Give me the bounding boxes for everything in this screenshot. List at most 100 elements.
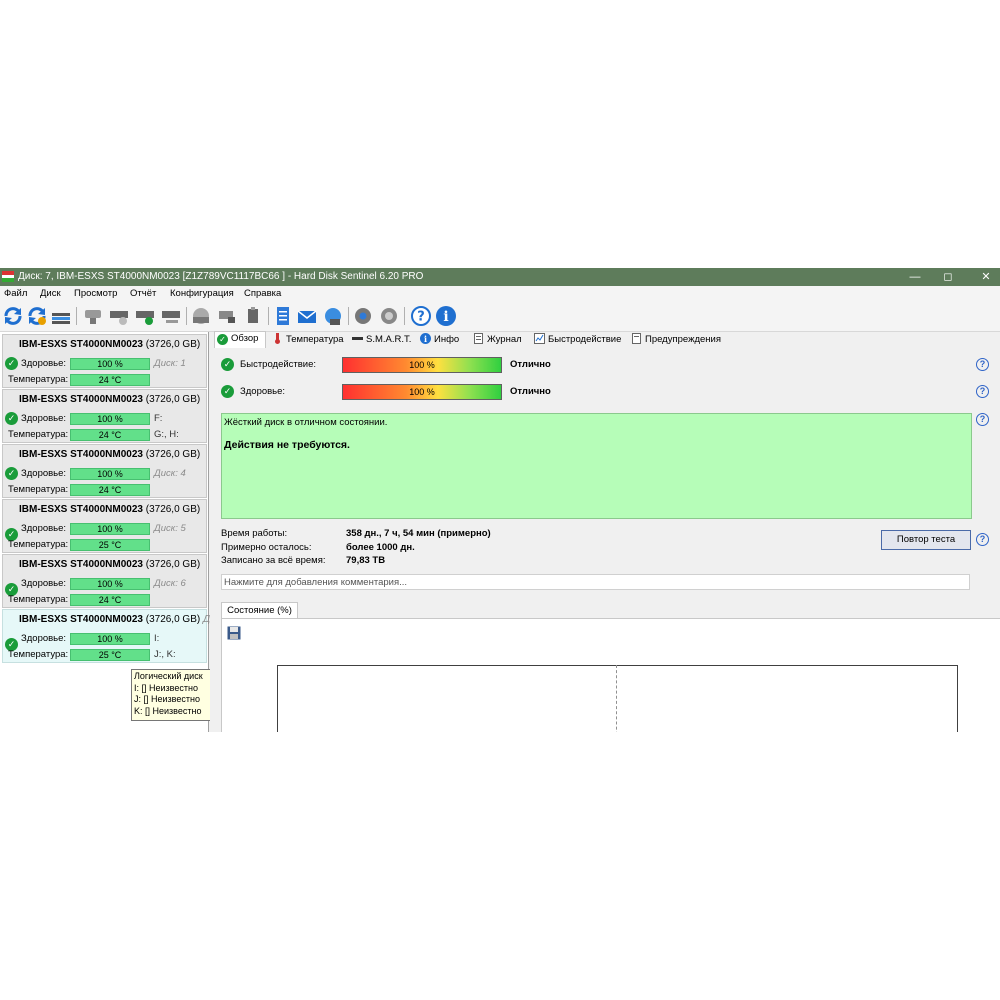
tab-log[interactable]: Журнал bbox=[473, 333, 522, 348]
disk-item[interactable]: IBM-ESXS ST4000NM0023 (3726,0 GB) ✓ Здор… bbox=[2, 444, 207, 498]
smart-icon bbox=[352, 337, 363, 340]
toolbar-separator bbox=[186, 307, 187, 325]
tab-temperature[interactable]: Температура bbox=[272, 333, 344, 348]
tab-label: Быстродействие bbox=[548, 334, 622, 345]
help-icon[interactable]: ? bbox=[976, 533, 989, 546]
minimize-button[interactable]: — bbox=[905, 269, 925, 285]
comment-input[interactable]: Нажмите для добавления комментария... bbox=[221, 574, 970, 590]
refresh-icon[interactable] bbox=[2, 305, 24, 327]
network-drive-icon[interactable] bbox=[216, 305, 238, 327]
action-text: Действия не требуются. bbox=[224, 439, 350, 451]
tab-warnings[interactable]: Предупреждения bbox=[631, 333, 721, 348]
warnings-icon bbox=[632, 333, 641, 344]
toolbar-separator bbox=[76, 307, 77, 325]
help-icon[interactable]: ? bbox=[410, 305, 432, 327]
drive-letters: Диск: 6 bbox=[154, 578, 186, 589]
disk-test-icon[interactable] bbox=[108, 305, 130, 327]
temperature-label: Температура: bbox=[8, 539, 69, 550]
maximize-button[interactable]: ◻ bbox=[938, 269, 958, 285]
info-icon[interactable]: i bbox=[435, 305, 457, 327]
drive-letters: F: bbox=[154, 413, 163, 424]
disk-item[interactable]: IBM-ESXS ST4000NM0023 (3726,0 GB) Здоров… bbox=[2, 554, 207, 608]
help-icon[interactable]: ? bbox=[976, 413, 989, 426]
hdd-icon[interactable] bbox=[82, 305, 104, 327]
tab-info[interactable]: i Инфо bbox=[420, 333, 459, 348]
health-label: Здоровье: bbox=[21, 413, 67, 424]
health-bar: 100 % bbox=[70, 578, 150, 590]
sound-icon[interactable] bbox=[378, 305, 400, 327]
check-icon: ✓ bbox=[5, 357, 18, 370]
check-icon: ✓ bbox=[5, 412, 18, 425]
temperature-bar: 24 °C bbox=[70, 429, 150, 441]
title-bar: Диск: 7, IBM-ESXS ST4000NM0023 [Z1Z789VC… bbox=[0, 268, 1000, 286]
cd-drive-icon[interactable] bbox=[190, 305, 212, 327]
temperature-label: Температура: bbox=[8, 649, 69, 660]
help-icon[interactable]: ? bbox=[976, 385, 989, 398]
disk-item[interactable]: IBM-ESXS ST4000NM0023 (3726,0 GB) ✓ Здор… bbox=[2, 334, 207, 388]
tab-label: Температура bbox=[286, 334, 344, 345]
email-icon[interactable] bbox=[296, 305, 318, 327]
settings-icon[interactable] bbox=[352, 305, 374, 327]
performance-label: Быстродействие: bbox=[240, 359, 317, 370]
tab-health-percent[interactable]: Состояние (%) bbox=[221, 602, 298, 619]
health-bar: 100 % bbox=[70, 468, 150, 480]
drive-letters: Диск: 4 bbox=[154, 468, 186, 479]
performance-icon bbox=[534, 333, 545, 344]
disk-name: IBM-ESXS ST4000NM0023 (3726,0 GB) bbox=[19, 449, 201, 460]
menu-help[interactable]: Справка bbox=[244, 288, 281, 299]
usb-drive-icon[interactable] bbox=[242, 305, 264, 327]
network-icon[interactable] bbox=[322, 305, 344, 327]
refresh-all-icon[interactable] bbox=[26, 305, 48, 327]
chart-frame bbox=[277, 665, 958, 732]
close-button[interactable]: ✕ bbox=[976, 269, 996, 285]
menu-bar: Файл Диск Просмотр Отчёт Конфигурация Сп… bbox=[0, 286, 1000, 301]
drive-letters: I: bbox=[154, 633, 160, 644]
toolbar: ? i bbox=[0, 301, 1000, 332]
logical-disk-tooltip: Логический диск I: [] Неизвестно J: [] Н… bbox=[131, 669, 213, 721]
performance-bar: 100 % bbox=[342, 357, 502, 373]
report-icon[interactable] bbox=[272, 305, 294, 327]
status-box: Жёсткий диск в отличном состоянии. Дейст… bbox=[221, 413, 972, 519]
disk-settings-icon[interactable] bbox=[160, 305, 182, 327]
menu-disk[interactable]: Диск bbox=[40, 288, 61, 299]
tab-performance[interactable]: Быстродействие bbox=[534, 333, 621, 348]
written-value: 79,83 TB bbox=[346, 555, 386, 566]
menu-configuration[interactable]: Конфигурация bbox=[170, 288, 234, 299]
health-label: Здоровье: bbox=[21, 578, 67, 589]
disk-name: IBM-ESXS ST4000NM0023 (3726,0 GB) bbox=[19, 559, 201, 570]
temperature-label: Температура: bbox=[8, 484, 69, 495]
health-bar: 100 % bbox=[70, 633, 150, 645]
save-icon[interactable] bbox=[227, 626, 241, 640]
svg-text:?: ? bbox=[417, 310, 425, 325]
temperature-bar: 24 °C bbox=[70, 374, 150, 386]
uptime-value: 358 дн., 7 ч, 54 мин (примерно) bbox=[346, 528, 491, 539]
disk-item[interactable]: IBM-ESXS ST4000NM0023 (3726,0 GB) Здоров… bbox=[2, 499, 207, 553]
hd-sentinel-window: Диск: 7, IBM-ESXS ST4000NM0023 [Z1Z789VC… bbox=[0, 268, 1000, 732]
help-icon[interactable]: ? bbox=[976, 358, 989, 371]
tooltip-line: J: [] Неизвестно bbox=[134, 694, 200, 704]
tab-smart[interactable]: S.M.A.R.T. bbox=[352, 333, 411, 348]
tab-bar: ✓ Обзор Температура S.M.A.R.T. i Инфо Журн… bbox=[210, 331, 1000, 349]
disk-item-selected[interactable]: IBM-ESXS ST4000NM0023 (3726,0 GB) Диск З… bbox=[2, 609, 225, 663]
disk-info-icon[interactable] bbox=[50, 305, 72, 327]
menu-view[interactable]: Просмотр bbox=[74, 288, 117, 299]
health-label: Здоровье: bbox=[21, 468, 67, 479]
disk-name: IBM-ESXS ST4000NM0023 (3726,0 GB) bbox=[19, 504, 201, 515]
menu-file[interactable]: Файл bbox=[4, 288, 27, 299]
disk-ok-icon[interactable] bbox=[134, 305, 156, 327]
disk-item[interactable]: IBM-ESXS ST4000NM0023 (3726,0 GB) ✓ Здор… bbox=[2, 389, 207, 443]
health-bar: 100 % bbox=[342, 384, 502, 400]
drive-letters: G:, H: bbox=[154, 429, 179, 440]
temperature-bar: 25 °C bbox=[70, 539, 150, 551]
health-bar: 100 % bbox=[70, 413, 150, 425]
check-icon: ✓ bbox=[217, 334, 228, 345]
tab-label: Инфо bbox=[434, 334, 460, 345]
temperature-label: Температура: bbox=[8, 374, 69, 385]
health-bar: 100 % bbox=[70, 358, 150, 370]
health-bar: 100 % bbox=[70, 523, 150, 535]
menu-report[interactable]: Отчёт bbox=[130, 288, 156, 299]
window-title: Диск: 7, IBM-ESXS ST4000NM0023 [Z1Z789VC… bbox=[18, 271, 424, 282]
remaining-value: более 1000 дн. bbox=[346, 542, 415, 553]
retest-button[interactable]: Повтор теста bbox=[881, 530, 971, 550]
tab-overview[interactable]: ✓ Обзор bbox=[214, 331, 266, 349]
